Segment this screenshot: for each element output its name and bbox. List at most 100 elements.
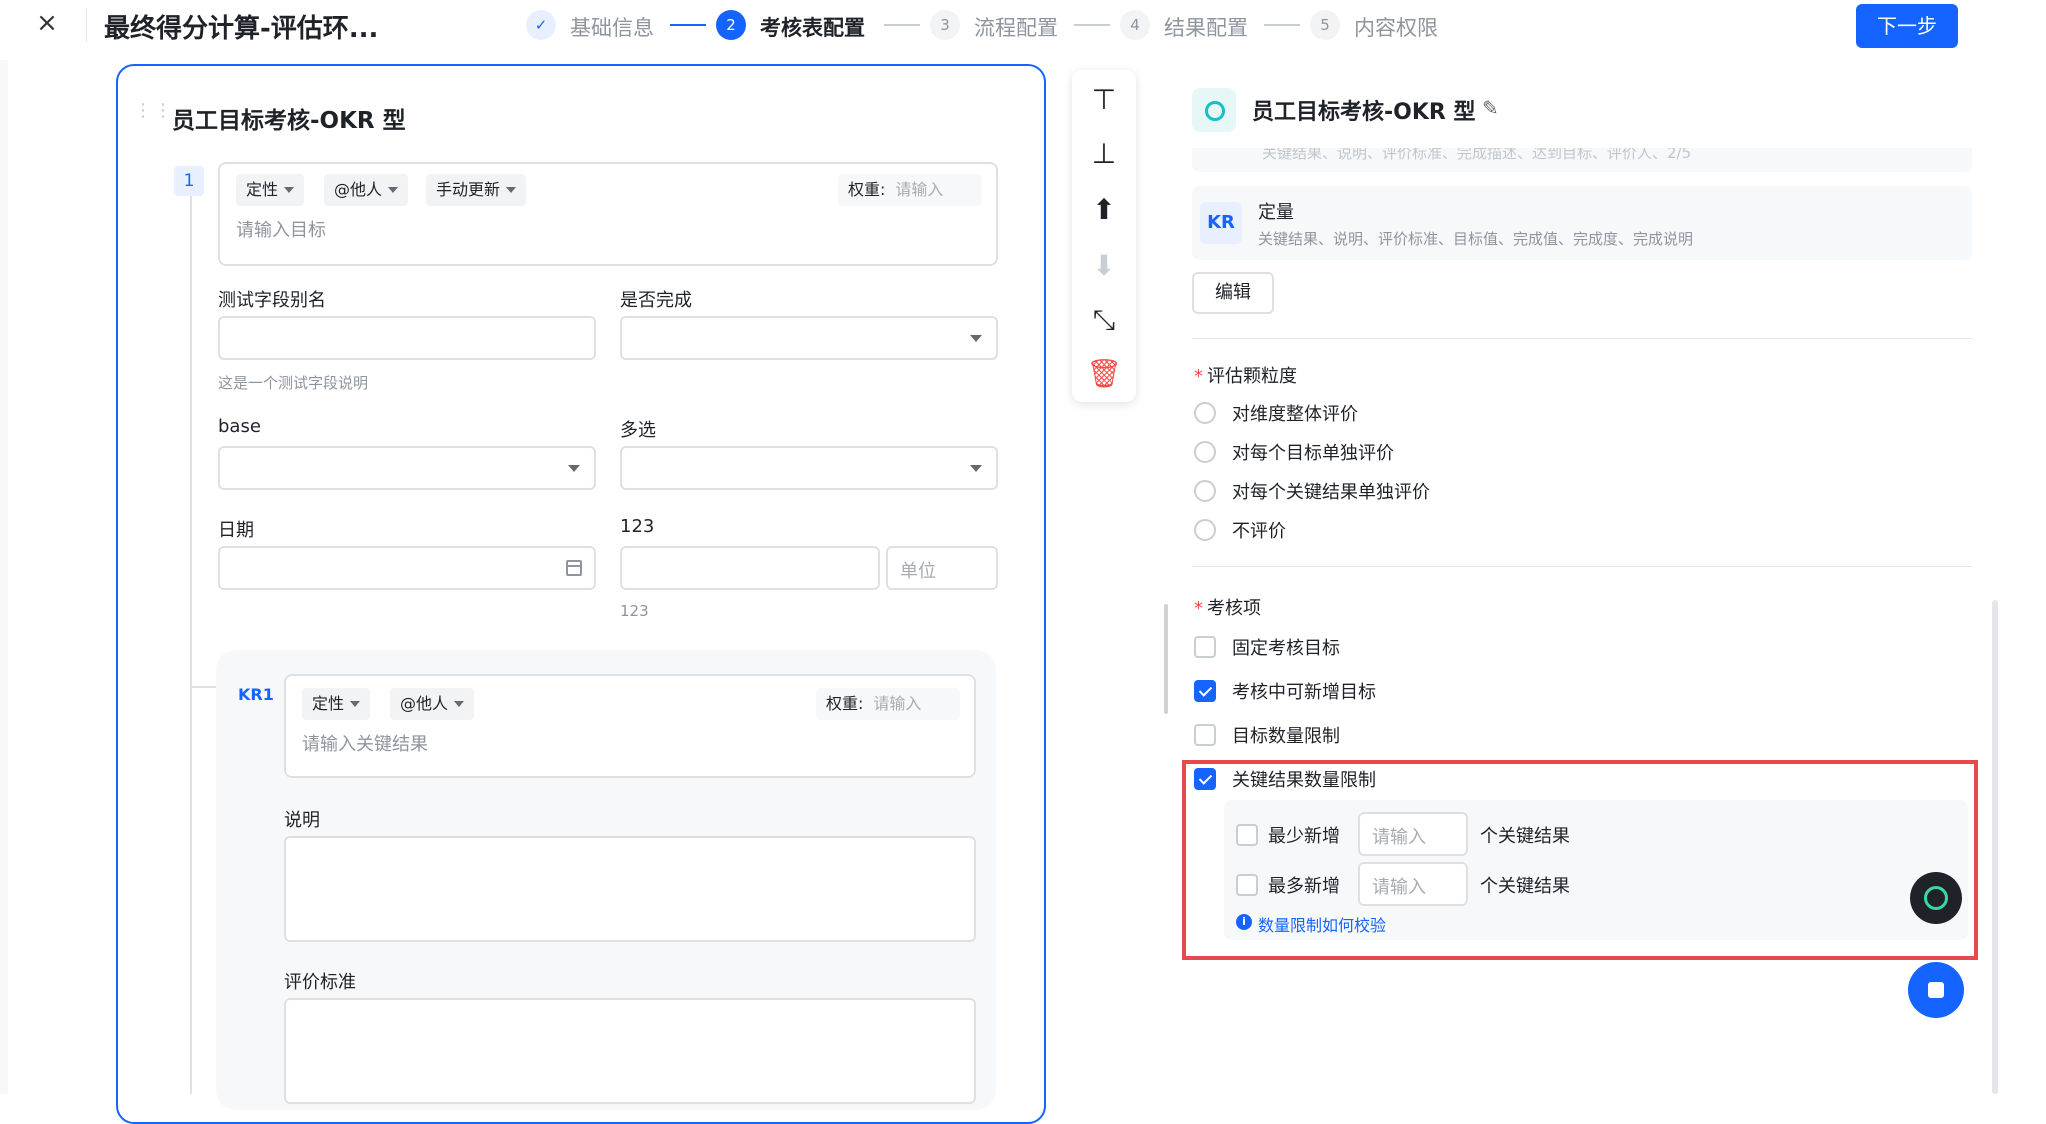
step-2-number[interactable]: 2 bbox=[716, 10, 746, 40]
kr-weight-input[interactable]: 权重: 请输入 bbox=[816, 688, 960, 720]
step-5-number[interactable]: 5 bbox=[1310, 10, 1340, 40]
card-title: 员工目标考核-OKR 型 bbox=[172, 108, 406, 134]
max-add-label: 最多新增 bbox=[1268, 876, 1340, 897]
unit-input[interactable]: 单位 bbox=[886, 546, 998, 590]
step-1-label[interactable]: 基础信息 bbox=[570, 12, 654, 42]
step-connector bbox=[1264, 24, 1300, 26]
min-add-label: 最少新增 bbox=[1268, 826, 1340, 847]
granularity-radio-4[interactable] bbox=[1194, 519, 1216, 541]
objective-placeholder[interactable]: 请输入目标 bbox=[236, 216, 326, 242]
base-field-label: base bbox=[218, 416, 261, 437]
assessment-items-label: * 考核项 bbox=[1194, 594, 1261, 620]
base-select[interactable] bbox=[218, 446, 596, 490]
ai-assistant-icon[interactable] bbox=[1910, 872, 1962, 924]
kr-count-limit-label[interactable]: 关键结果数量限制 bbox=[1232, 766, 1376, 792]
chevron-down-icon bbox=[568, 465, 580, 472]
max-add-placeholder: 请输入 bbox=[1372, 877, 1426, 898]
collapsed-dimension-card: 关键结果、说明、评价标准、完成描述、达到目标、评价人、2/5 bbox=[1192, 148, 1972, 172]
fixed-objective-label[interactable]: 固定考核目标 bbox=[1232, 634, 1340, 660]
tag-text: 手动更新 bbox=[436, 180, 501, 199]
granularity-option-2[interactable]: 对每个目标单独评价 bbox=[1232, 439, 1394, 465]
chevron-down-icon bbox=[350, 701, 361, 707]
criteria-label: 评价标准 bbox=[284, 972, 356, 993]
collapse-icon[interactable]: ⤡ bbox=[1086, 302, 1122, 338]
next-step-button[interactable]: 下一步 bbox=[1856, 4, 1958, 48]
kr-mention-tag[interactable]: @他人 bbox=[390, 688, 475, 720]
date-picker[interactable] bbox=[218, 546, 596, 590]
divider bbox=[1192, 566, 1972, 567]
description-label: 说明 bbox=[284, 810, 320, 831]
kr-type-name: 定量 bbox=[1258, 202, 1294, 223]
move-up-icon[interactable]: ⬆ bbox=[1086, 192, 1122, 228]
top-header: × 最终得分计算-评估环... ✓ 基础信息 2 考核表配置 3 流程配置 4 … bbox=[0, 0, 2046, 60]
count-limit-help-link[interactable]: 数量限制如何校验 bbox=[1258, 912, 1386, 936]
granularity-option-4[interactable]: 不评价 bbox=[1232, 517, 1286, 543]
allow-add-objective-checkbox[interactable] bbox=[1194, 680, 1216, 702]
min-add-input[interactable]: 请输入 bbox=[1358, 812, 1468, 856]
kr-count-limit-checkbox[interactable] bbox=[1194, 768, 1216, 790]
chevron-down-icon bbox=[970, 335, 982, 342]
kr-type-description: 关键结果、说明、评价标准、目标值、完成值、完成度、完成说明 bbox=[1258, 230, 1694, 248]
number-input[interactable] bbox=[620, 546, 880, 590]
min-add-checkbox[interactable] bbox=[1236, 824, 1258, 846]
chevron-down-icon bbox=[506, 187, 517, 193]
fixed-objective-checkbox[interactable] bbox=[1194, 636, 1216, 658]
calendar-icon bbox=[566, 560, 582, 576]
allow-add-objective-label[interactable]: 考核中可新增目标 bbox=[1232, 678, 1376, 704]
close-icon[interactable]: × bbox=[34, 10, 60, 36]
alias-field-help: 这是一个测试字段说明 bbox=[218, 374, 369, 392]
edit-button[interactable]: 编辑 bbox=[1192, 272, 1274, 314]
tag-text: 定性 bbox=[246, 180, 279, 199]
granularity-radio-2[interactable] bbox=[1194, 441, 1216, 463]
description-textarea[interactable] bbox=[284, 836, 976, 942]
number-field-help: 123 bbox=[620, 602, 649, 620]
granularity-radio-1[interactable] bbox=[1194, 402, 1216, 424]
multi-select[interactable] bbox=[620, 446, 998, 490]
qualitative-tag[interactable]: 定性 bbox=[236, 174, 305, 206]
granularity-radio-3[interactable] bbox=[1194, 480, 1216, 502]
max-add-checkbox[interactable] bbox=[1236, 874, 1258, 896]
header-divider bbox=[86, 8, 87, 42]
alias-field-input[interactable] bbox=[218, 316, 596, 360]
kr-qualitative-tag[interactable]: 定性 bbox=[302, 688, 371, 720]
granularity-option-1[interactable]: 对维度整体评价 bbox=[1232, 400, 1358, 426]
tree-branch bbox=[190, 686, 218, 688]
objective-count-limit-label[interactable]: 目标数量限制 bbox=[1232, 722, 1340, 748]
step-5-label[interactable]: 内容权限 bbox=[1354, 12, 1438, 42]
max-add-input[interactable]: 请输入 bbox=[1358, 862, 1468, 906]
alias-field-label: 测试字段别名 bbox=[218, 290, 326, 311]
objective-weight-input[interactable]: 权重: 请输入 bbox=[838, 174, 982, 206]
assessment-items-label-text: 考核项 bbox=[1207, 598, 1261, 619]
divider bbox=[1192, 338, 1972, 339]
move-down-icon[interactable]: ⬇ bbox=[1086, 248, 1122, 284]
criteria-textarea[interactable] bbox=[284, 998, 976, 1104]
tree-line bbox=[190, 196, 192, 1094]
step-1-check-icon[interactable]: ✓ bbox=[526, 10, 556, 40]
step-connector bbox=[884, 24, 920, 26]
weight-placeholder: 请输入 bbox=[895, 180, 944, 199]
drag-handle-icon[interactable]: ⋮⋮ bbox=[134, 102, 174, 120]
step-2-label[interactable]: 考核表配置 bbox=[760, 12, 865, 42]
manual-update-tag[interactable]: 手动更新 bbox=[426, 174, 527, 206]
multi-field-label: 多选 bbox=[620, 420, 656, 441]
panel-title: 员工目标考核-OKR 型 bbox=[1252, 100, 1476, 125]
weight-placeholder: 请输入 bbox=[873, 694, 922, 713]
step-4-number[interactable]: 4 bbox=[1120, 10, 1150, 40]
max-add-suffix: 个关键结果 bbox=[1480, 876, 1570, 897]
insert-above-icon[interactable]: ⊤ bbox=[1086, 82, 1122, 118]
required-icon: * bbox=[1194, 598, 1203, 619]
kr-placeholder[interactable]: 请输入关键结果 bbox=[302, 730, 428, 756]
mention-tag[interactable]: @他人 bbox=[324, 174, 409, 206]
edit-pencil-icon[interactable]: ✎ bbox=[1482, 96, 1499, 120]
granularity-option-3[interactable]: 对每个关键结果单独评价 bbox=[1232, 478, 1430, 504]
completed-select[interactable] bbox=[620, 316, 998, 360]
step-3-label[interactable]: 流程配置 bbox=[974, 12, 1058, 42]
help-chat-icon[interactable] bbox=[1908, 962, 1964, 1018]
objective-count-limit-checkbox[interactable] bbox=[1194, 724, 1216, 746]
step-connector bbox=[1074, 24, 1110, 26]
number-field-label: 123 bbox=[620, 516, 655, 537]
insert-below-icon[interactable]: ⊥ bbox=[1086, 136, 1122, 172]
step-4-label[interactable]: 结果配置 bbox=[1164, 12, 1248, 42]
delete-icon[interactable]: 🗑 bbox=[1086, 356, 1122, 392]
step-3-number[interactable]: 3 bbox=[930, 10, 960, 40]
